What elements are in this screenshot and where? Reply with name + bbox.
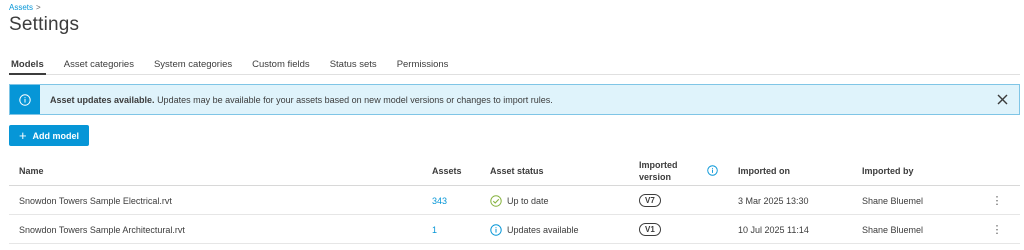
add-model-label: Add model xyxy=(32,130,80,141)
tab-bar: Models Asset categories System categorie… xyxy=(9,56,1020,75)
imported-by: Shane Bluemel xyxy=(862,195,924,206)
info-icon[interactable] xyxy=(707,165,718,176)
asset-count-link[interactable]: 343 xyxy=(432,186,447,215)
asset-status-label: Updates available xyxy=(507,224,579,235)
header-name[interactable]: Name xyxy=(19,166,44,176)
banner-title: Asset updates available. xyxy=(50,94,155,105)
version-badge: V1 xyxy=(639,223,661,236)
model-name[interactable]: Snowdon Towers Sample Architectural.rvt xyxy=(19,215,185,244)
more-actions-icon[interactable]: ⋮ xyxy=(992,186,1003,215)
banner-message: Updates may be available for your assets… xyxy=(157,94,553,105)
close-icon[interactable] xyxy=(996,93,1009,106)
breadcrumb-link-assets[interactable]: Assets xyxy=(9,3,33,12)
table-row[interactable]: Snowdon Towers Sample Electrical.rvt 343… xyxy=(9,186,1020,215)
table-header: Name Assets Asset status Imported versio… xyxy=(9,156,1020,186)
plus-icon: + xyxy=(18,128,27,143)
asset-status-label: Up to date xyxy=(507,195,549,206)
tab-models[interactable]: Models xyxy=(9,56,46,75)
more-actions-icon[interactable]: ⋮ xyxy=(992,215,1003,244)
info-icon xyxy=(19,93,31,106)
header-version-line2: version xyxy=(639,172,672,182)
header-version-line1: Imported xyxy=(639,160,678,170)
tab-status-sets[interactable]: Status sets xyxy=(328,56,379,75)
breadcrumb: Assets > xyxy=(9,3,41,12)
asset-count-link[interactable]: 1 xyxy=(432,215,437,244)
header-imported-version[interactable]: Imported version xyxy=(639,159,678,183)
imported-on: 3 Mar 2025 13:30 xyxy=(738,195,809,206)
header-imported-on[interactable]: Imported on xyxy=(738,166,790,176)
asset-updates-banner: Asset updates available. Updates may be … xyxy=(9,84,1020,115)
banner-icon-box xyxy=(10,85,40,114)
imported-on: 10 Jul 2025 11:14 xyxy=(738,224,809,235)
tab-asset-categories[interactable]: Asset categories xyxy=(62,56,136,75)
tab-custom-fields[interactable]: Custom fields xyxy=(250,56,312,75)
version-badge: V7 xyxy=(639,194,661,207)
imported-version: V7 xyxy=(639,186,661,215)
header-imported-by[interactable]: Imported by xyxy=(862,166,914,176)
check-circle-icon xyxy=(490,194,502,207)
asset-status: Updates available xyxy=(490,215,579,244)
asset-status: Up to date xyxy=(490,186,549,215)
tab-permissions[interactable]: Permissions xyxy=(395,56,451,75)
page-title: Settings xyxy=(9,14,80,35)
header-asset-status[interactable]: Asset status xyxy=(490,166,544,176)
models-table: Name Assets Asset status Imported versio… xyxy=(9,156,1020,244)
banner-text: Asset updates available. Updates may be … xyxy=(50,95,553,105)
imported-by: Shane Bluemel xyxy=(862,224,924,235)
tab-system-categories[interactable]: System categories xyxy=(152,56,234,75)
table-row[interactable]: Snowdon Towers Sample Architectural.rvt … xyxy=(9,215,1020,244)
model-name[interactable]: Snowdon Towers Sample Electrical.rvt xyxy=(19,186,172,215)
breadcrumb-separator: > xyxy=(36,3,41,12)
add-model-button[interactable]: + Add model xyxy=(9,125,89,146)
imported-version: V1 xyxy=(639,215,661,244)
header-assets[interactable]: Assets xyxy=(432,166,462,176)
info-circle-icon xyxy=(490,223,502,236)
